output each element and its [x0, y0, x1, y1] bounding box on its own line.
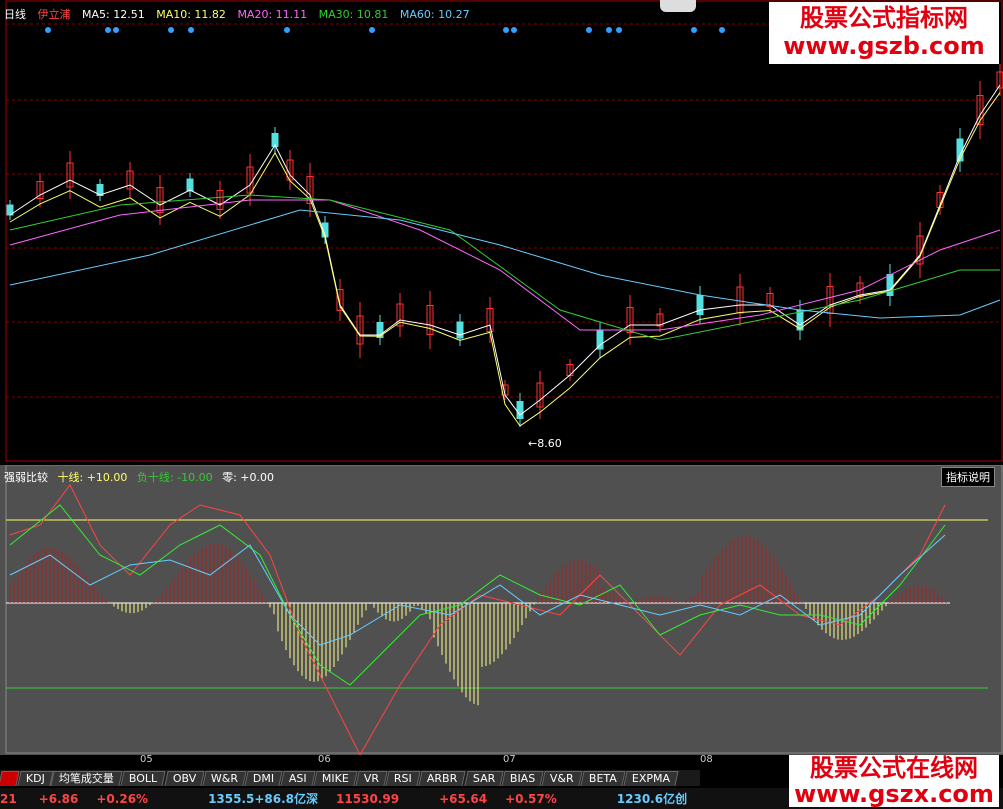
date-axis: 05 06 07 08	[0, 752, 790, 768]
tab-expma[interactable]: EXPMA	[623, 770, 679, 786]
candle-body	[516, 401, 524, 419]
ma5-label: MA5: 12.51	[82, 8, 145, 21]
main-price-chart[interactable]: ←8.60	[0, 0, 1003, 463]
watermark-title: 股票公式在线网	[810, 754, 978, 782]
signal-marker	[691, 27, 697, 33]
signal-marker	[719, 27, 725, 33]
tab-kdj[interactable]: KDJ	[16, 770, 54, 786]
signal-marker	[188, 27, 194, 33]
indicator-name: 强弱比较	[4, 471, 48, 484]
candle-body	[886, 274, 894, 296]
tab-v-r[interactable]: V&R	[541, 770, 583, 786]
date-tick: 05	[140, 754, 153, 765]
indicator-param-neg-ten: 负十线: -10.00	[136, 471, 213, 484]
tab-bias[interactable]: BIAS	[501, 770, 544, 786]
tab-avg-volume[interactable]: 均笔成交量	[50, 770, 124, 786]
status-item: 1230.6亿创	[616, 792, 688, 806]
watermark-title: 股票公式指标网	[800, 4, 968, 32]
date-tick: 07	[503, 754, 516, 765]
tab-boll[interactable]: BOLL	[120, 770, 167, 786]
sub-frame	[5, 464, 1003, 754]
indicator-chart[interactable]	[0, 464, 1003, 757]
status-item: +65.64	[439, 791, 488, 806]
status-item: +0.57%	[505, 791, 557, 806]
watermark-url: www.gszb.com	[783, 32, 985, 60]
tab-obv[interactable]: OBV	[164, 770, 205, 786]
signal-marker	[616, 27, 622, 33]
tab-vr[interactable]: VR	[355, 770, 388, 786]
indicator-tabs: KDJ 均笔成交量 BOLL OBV W&R DMI ASI MIKE VR R…	[0, 770, 700, 786]
watermark-url: www.gszx.com	[794, 780, 994, 808]
tab-rsi[interactable]: RSI	[385, 770, 421, 786]
signal-marker	[284, 27, 290, 33]
search-tab-button[interactable]	[660, 0, 696, 12]
indicator-help-button[interactable]: 指标说明	[941, 467, 995, 487]
signal-marker	[369, 27, 375, 33]
ma60-label: MA60: 10.27	[399, 8, 470, 21]
tab-beta[interactable]: BETA	[580, 770, 626, 786]
candle-body	[456, 321, 464, 339]
ma10-line	[9, 92, 1001, 427]
ma5-line	[9, 84, 1001, 416]
tab-wr[interactable]: W&R	[202, 770, 247, 786]
signal-marker	[503, 27, 509, 33]
candle-body	[696, 295, 704, 315]
strength-compare-chart[interactable]	[0, 464, 1003, 757]
candle-body	[596, 330, 604, 350]
ma-legend: 日线 伊立浦 MA5: 12.51 MA10: 11.82 MA20: 11.1…	[4, 6, 478, 22]
ma10-label: MA10: 11.82	[156, 8, 226, 21]
tab-asi[interactable]: ASI	[280, 770, 316, 786]
status-item: 11530.99	[336, 791, 400, 806]
tab-mike[interactable]: MIKE	[313, 770, 358, 786]
signal-marker	[606, 27, 612, 33]
signal-marker	[511, 27, 517, 33]
signal-marker	[168, 27, 174, 33]
tab-dmi[interactable]: DMI	[244, 770, 284, 786]
signal-marker	[45, 27, 51, 33]
watermark-top: 股票公式指标网 www.gszb.com	[769, 2, 999, 64]
signal-marker	[586, 27, 592, 33]
date-tick: 06	[318, 754, 331, 765]
status-item: 21	[0, 791, 17, 806]
watermark-bottom: 股票公式在线网 www.gszx.com	[789, 755, 999, 807]
status-item: 1355.5+86.8亿深	[208, 792, 319, 806]
ma20-line	[9, 199, 1001, 331]
indicator-param-ten: 十线: +10.00	[57, 471, 128, 484]
signal-marker	[105, 27, 111, 33]
period-label: 日线	[4, 8, 26, 21]
candlestick-chart[interactable]: ←8.60	[0, 0, 1003, 463]
low-price-label: ←8.60	[528, 437, 562, 450]
stock-name: 伊立浦	[37, 8, 71, 21]
signal-marker	[113, 27, 119, 33]
date-tick: 08	[700, 754, 713, 765]
status-item: +0.26%	[96, 791, 149, 806]
tab-sar[interactable]: SAR	[463, 770, 504, 786]
ma20-label: MA20: 11.11	[237, 8, 308, 21]
tab-scroll-left[interactable]	[0, 770, 20, 786]
indicator-param-zero: 零: +0.00	[222, 471, 275, 484]
indicator-legend: 强弱比较 十线: +10.00 负十线: -10.00 零: +0.00	[4, 469, 280, 485]
status-item: +6.86	[38, 791, 79, 806]
tab-arbr[interactable]: ARBR	[418, 770, 467, 786]
ma30-label: MA30: 10.81	[318, 8, 389, 21]
candle-body	[186, 178, 194, 192]
